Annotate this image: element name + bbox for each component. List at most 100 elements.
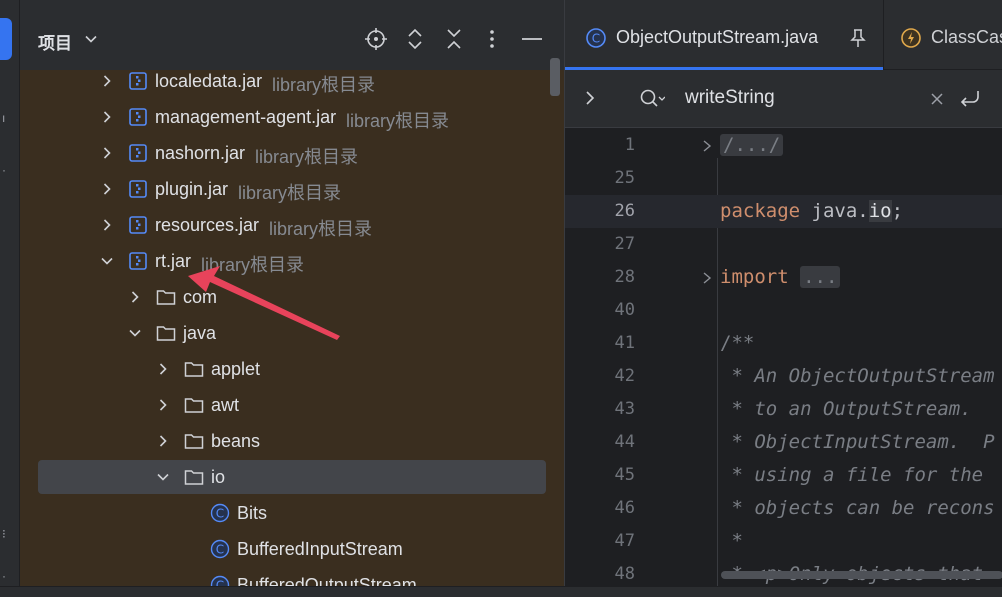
chevron-down-icon[interactable] [100, 254, 114, 268]
code-text: * using a file for the [720, 464, 984, 486]
line-number: 41 [614, 333, 635, 353]
code-line[interactable]: 44 * ObjectInputStream. P [565, 426, 1002, 459]
tree-node-label: localedata.jar [155, 71, 263, 91]
chevron-right-icon[interactable] [100, 218, 114, 232]
tree-row[interactable]: C BufferedInputStream [20, 531, 564, 567]
project-title[interactable]: 项目 [38, 29, 72, 54]
code-line[interactable]: 43 * to an OutputStream. [565, 393, 1002, 426]
tree-node-label: rt.jar [155, 251, 191, 271]
tab-label: ObjectOutputStream.java [616, 27, 819, 47]
tab-classcast[interactable]: ClassCas [883, 0, 1002, 70]
tree-row[interactable]: awt [20, 387, 564, 423]
tree-row[interactable]: applet [20, 351, 564, 387]
code-line[interactable]: 26 package java.io; [565, 195, 1002, 228]
tool-window-strip: ı · ⁝ · [0, 0, 20, 597]
locate-icon[interactable] [364, 27, 388, 51]
svg-text:C: C [216, 507, 224, 521]
project-tool-button[interactable] [0, 18, 12, 60]
folder-icon [184, 434, 204, 449]
code-text: /** [720, 332, 755, 354]
collapse-all-icon[interactable] [442, 27, 466, 51]
expand-icon[interactable] [583, 90, 597, 106]
code-text: package java.io; [720, 200, 904, 222]
line-number: 44 [614, 432, 635, 452]
search-input[interactable]: writeString [685, 87, 775, 109]
folder-icon [156, 290, 176, 305]
tool-icon[interactable]: ⁝ [2, 528, 12, 540]
tree-row[interactable]: beans [20, 423, 564, 459]
tree-row[interactable]: rt.jar library根目录 [20, 243, 564, 279]
line-number: 47 [614, 531, 635, 551]
tree-scrollbar[interactable] [550, 58, 560, 96]
code-line[interactable]: 42 * An ObjectOutputStream [565, 360, 1002, 393]
fold-toggle-icon[interactable] [701, 271, 713, 285]
horizontal-scrollbar[interactable] [721, 571, 1002, 579]
line-number: 48 [614, 564, 635, 584]
library-root-hint: library根目录 [346, 111, 450, 131]
tree-node-label: java [183, 323, 217, 343]
chevron-right-icon[interactable] [156, 434, 170, 448]
chevron-down-icon[interactable] [156, 470, 170, 484]
line-number: 46 [614, 498, 635, 518]
expand-all-icon[interactable] [403, 27, 427, 51]
chevron-down-icon[interactable] [84, 32, 98, 46]
clear-icon[interactable] [930, 92, 944, 106]
code-line[interactable]: 40 [565, 294, 1002, 327]
code-line[interactable]: 47 * [565, 525, 1002, 558]
library-root-hint: library根目录 [201, 255, 305, 275]
code-line[interactable]: 27 [565, 228, 1002, 261]
library-root-hint: library根目录 [269, 219, 373, 239]
folder-icon [156, 326, 176, 341]
tool-icon[interactable]: · [2, 164, 12, 176]
chevron-right-icon[interactable] [100, 74, 114, 88]
library-root-hint: library根目录 [272, 75, 376, 95]
tree-node-label: awt [211, 395, 240, 415]
svg-text:C: C [592, 32, 600, 46]
code-line[interactable]: 28 import ... [565, 261, 1002, 294]
chevron-right-icon[interactable] [156, 398, 170, 412]
chevron-down-icon[interactable] [128, 326, 142, 340]
search-icon[interactable] [639, 88, 665, 110]
search-bar: writeString [565, 70, 1002, 128]
tree-row[interactable]: java [20, 315, 564, 351]
chevron-right-icon[interactable] [100, 146, 114, 160]
code-line[interactable]: 25 [565, 162, 1002, 195]
code-line[interactable]: 41 /** [565, 327, 1002, 360]
chevron-right-icon[interactable] [100, 110, 114, 124]
tab-objectoutputstream[interactable]: C ObjectOutputStream.java [565, 0, 883, 70]
code-line[interactable]: 1 /.../ [565, 129, 1002, 162]
code-text: * [720, 530, 743, 552]
tree-node-label: nashorn.jar [155, 143, 246, 163]
code-area[interactable]: 1 /.../ 25 26 package java.io; 27 28 import ...… [565, 128, 1002, 586]
tree-row[interactable]: localedata.jar library根目录 [20, 70, 564, 99]
chevron-right-icon[interactable] [128, 290, 142, 304]
code-text: * objects can be recons [720, 497, 995, 519]
code-line[interactable]: 45 * using a file for the [565, 459, 1002, 492]
tree-node-label: Bits [237, 503, 268, 523]
jar-icon [129, 252, 147, 270]
tree-node-label: beans [211, 431, 261, 451]
pin-icon[interactable] [849, 28, 867, 48]
tree-row[interactable]: plugin.jar library根目录 [20, 171, 564, 207]
chevron-right-icon[interactable] [100, 182, 114, 196]
tree-row[interactable]: C Bits [20, 495, 564, 531]
tree-row[interactable]: nashorn.jar library根目录 [20, 135, 564, 171]
tree-row[interactable]: io [20, 459, 564, 495]
tree-row[interactable]: management-agent.jar library根目录 [20, 99, 564, 135]
selection-highlight [38, 460, 546, 494]
fold-toggle-icon[interactable] [701, 139, 713, 153]
chevron-right-icon[interactable] [156, 362, 170, 376]
tree-row[interactable]: C BufferedOutputStream [20, 567, 564, 586]
more-options-icon[interactable] [480, 27, 504, 51]
tree-row[interactable]: resources.jar library根目录 [20, 207, 564, 243]
code-line[interactable]: 46 * objects can be recons [565, 492, 1002, 525]
hide-icon[interactable] [520, 27, 544, 51]
tool-icon[interactable]: · [2, 570, 12, 582]
svg-text:C: C [216, 579, 224, 587]
tool-icon[interactable]: ı [2, 112, 12, 124]
tree-row[interactable]: com [20, 279, 564, 315]
enter-icon[interactable] [958, 88, 982, 110]
line-number: 43 [614, 399, 635, 419]
tab-bar: C ObjectOutputStream.java ClassCas [565, 0, 1002, 70]
class-icon: C [210, 575, 230, 586]
